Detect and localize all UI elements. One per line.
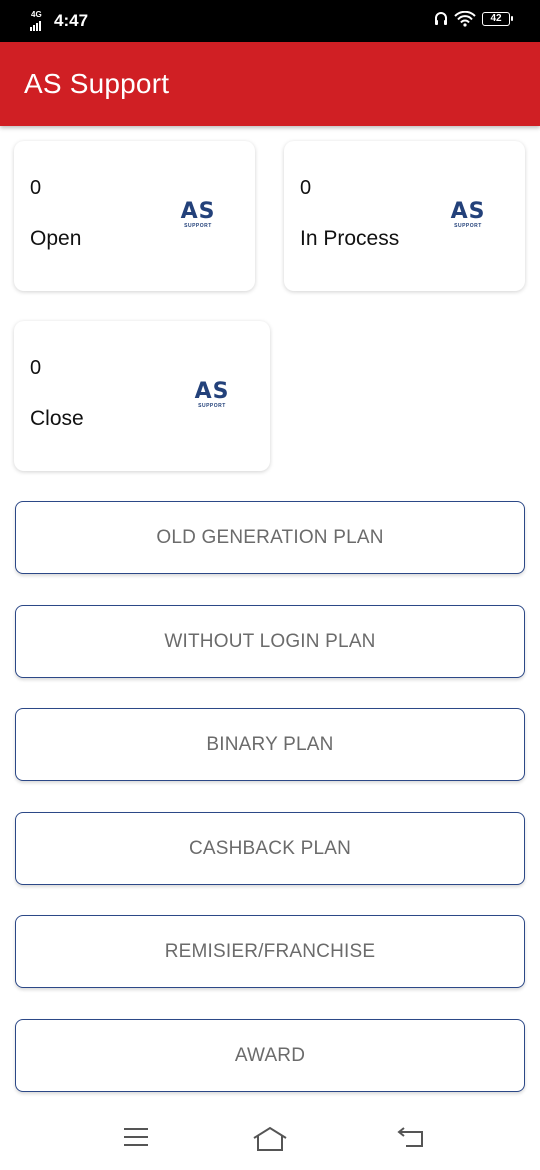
card-label: In Process [300, 227, 400, 250]
app-bar: AS Support [0, 42, 540, 126]
headphones-icon [435, 12, 447, 25]
card-open[interactable]: 0 Open AS SUPPORT [14, 141, 255, 291]
battery-icon: 42 [482, 12, 513, 26]
card-close[interactable]: 0 Close AS SUPPORT [14, 321, 270, 471]
card-count: 0 [30, 357, 42, 379]
status-bar: 4G 4:47 42 [0, 0, 540, 42]
remisier-franchise-button[interactable]: REMISIER/FRANCHISE [15, 915, 525, 988]
back-icon[interactable] [396, 1126, 426, 1155]
as-support-logo: AS SUPPORT [194, 379, 230, 410]
binary-plan-button[interactable]: BINARY PLAN [15, 708, 525, 781]
old-generation-plan-button[interactable]: OLD GENERATION PLAN [15, 501, 525, 574]
status-left: 4G 4:47 [30, 10, 88, 32]
status-right: 42 [434, 11, 513, 27]
without-login-plan-button[interactable]: WITHOUT LOGIN PLAN [15, 605, 525, 678]
cashback-plan-button[interactable]: CASHBACK PLAN [15, 812, 525, 885]
award-button[interactable]: AWARD [15, 1019, 525, 1092]
cellular-signal-icon: 4G [30, 10, 48, 32]
page-title: AS Support [24, 68, 170, 99]
system-nav-bar [0, 1110, 540, 1170]
menu-icon[interactable] [122, 1126, 150, 1153]
card-count: 0 [30, 177, 42, 199]
card-label: Close [30, 407, 84, 430]
card-label: Open [30, 227, 82, 250]
as-support-logo: AS SUPPORT [450, 199, 486, 230]
as-support-logo: AS SUPPORT [180, 199, 216, 230]
network-type: 4G [31, 10, 42, 19]
battery-level: 42 [490, 13, 502, 24]
card-count: 0 [300, 177, 312, 199]
home-icon[interactable] [252, 1126, 288, 1157]
status-time: 4:47 [54, 11, 89, 30]
card-in-process[interactable]: 0 In Process AS SUPPORT [284, 141, 525, 291]
wifi-icon [454, 11, 476, 27]
